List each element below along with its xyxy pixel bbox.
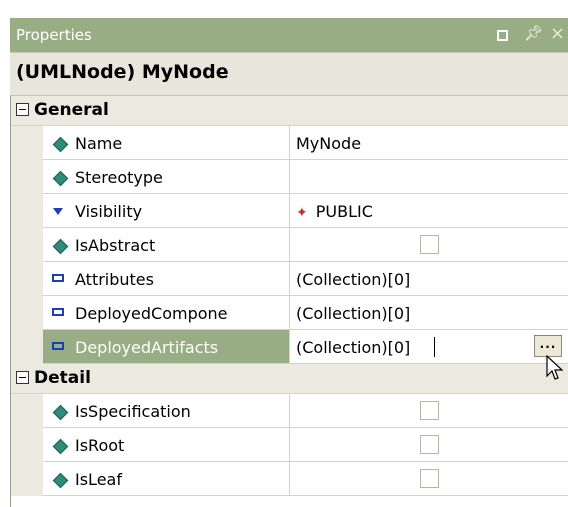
property-row-stereotype[interactable]: Stereotype <box>11 160 568 194</box>
close-icon[interactable]: × <box>550 23 565 44</box>
isspecification-checkbox[interactable] <box>420 401 439 420</box>
isabstract-checkbox[interactable] <box>420 235 439 254</box>
row-gutter <box>11 228 43 262</box>
property-name: Stereotype <box>75 168 163 187</box>
property-value-cell[interactable] <box>290 428 568 462</box>
property-name: IsAbstract <box>75 236 156 255</box>
title-bar: Properties 📌︎ × <box>10 18 568 52</box>
property-value-wrap[interactable]: ✦ PUBLIC <box>296 202 373 221</box>
object-header: (UMLNode) MyNode <box>10 52 568 96</box>
property-grid: General Name MyNode Stereotype Visibilit… <box>10 96 568 507</box>
property-row-isspecification[interactable]: IsSpecification <box>11 394 568 428</box>
row-gutter <box>11 126 43 160</box>
collapse-icon[interactable] <box>16 103 29 116</box>
property-value[interactable]: (Collection)[0] <box>296 270 410 289</box>
text-caret <box>434 337 435 357</box>
property-name-cell[interactable]: IsRoot <box>43 428 290 462</box>
mouse-pointer-icon <box>546 355 564 380</box>
property-value-cell[interactable]: MyNode <box>290 126 568 160</box>
property-value: PUBLIC <box>315 202 373 221</box>
property-value-cell[interactable] <box>290 462 568 496</box>
property-value[interactable]: (Collection)[0] <box>296 304 410 323</box>
properties-panel: Properties 📌︎ × (UMLNode) MyNode General… <box>0 0 568 507</box>
isroot-checkbox[interactable] <box>420 435 439 454</box>
property-value-cell[interactable]: (Collection)[0] ... <box>290 330 568 364</box>
category-label: Detail <box>34 368 91 388</box>
property-value-cell[interactable]: ✦ PUBLIC <box>290 194 568 228</box>
property-row-deployedcomponents[interactable]: DeployedCompone (Collection)[0] <box>11 296 568 330</box>
restore-icon[interactable] <box>497 30 508 41</box>
property-name: Attributes <box>75 270 154 289</box>
row-gutter <box>11 194 43 228</box>
diamond-icon <box>52 437 69 455</box>
property-row-isroot[interactable]: IsRoot <box>11 428 568 462</box>
row-gutter <box>11 262 43 296</box>
property-name-cell[interactable]: Name <box>43 126 290 160</box>
property-row-name[interactable]: Name MyNode <box>11 126 568 160</box>
collection-icon <box>52 305 64 316</box>
row-gutter <box>11 330 43 364</box>
property-name-cell[interactable]: DeployedCompone <box>43 296 290 330</box>
property-value[interactable]: MyNode <box>296 134 361 153</box>
property-name-cell[interactable]: Stereotype <box>43 160 290 194</box>
property-value-cell[interactable] <box>290 228 568 262</box>
property-value-cell[interactable] <box>290 394 568 428</box>
diamond-icon <box>52 237 69 255</box>
property-row-visibility[interactable]: Visibility ✦ PUBLIC <box>11 194 568 228</box>
property-name: DeployedArtifacts <box>75 338 219 357</box>
property-name: IsSpecification <box>75 402 191 421</box>
public-visibility-icon: ✦ <box>296 205 308 221</box>
property-name: Name <box>75 134 123 153</box>
property-name-cell[interactable]: Attributes <box>43 262 290 296</box>
diamond-icon <box>52 403 69 421</box>
property-row-deployedartifacts[interactable]: DeployedArtifacts (Collection)[0] ... <box>11 330 568 364</box>
row-gutter <box>11 394 43 428</box>
row-gutter <box>11 428 43 462</box>
category-label: General <box>34 100 109 120</box>
property-value-cell[interactable]: (Collection)[0] <box>290 262 568 296</box>
property-row-attributes[interactable]: Attributes (Collection)[0] <box>11 262 568 296</box>
property-name-cell[interactable]: IsAbstract <box>43 228 290 262</box>
property-name: IsLeaf <box>75 470 122 489</box>
property-name-cell[interactable]: Visibility <box>43 194 290 228</box>
property-name: DeployedCompone <box>75 304 228 323</box>
panel-title: Properties <box>16 26 92 44</box>
row-gutter <box>11 296 43 330</box>
property-value-cell[interactable] <box>290 160 568 194</box>
diamond-icon <box>52 471 69 489</box>
collection-icon <box>52 271 64 282</box>
property-row-isleaf[interactable]: IsLeaf <box>11 462 568 496</box>
property-name-cell[interactable]: IsLeaf <box>43 462 290 496</box>
ellipsis-button[interactable]: ... <box>534 335 562 357</box>
row-gutter <box>11 160 43 194</box>
collapse-icon[interactable] <box>16 371 29 384</box>
property-name-cell[interactable]: DeployedArtifacts <box>43 330 290 364</box>
property-name-cell[interactable]: IsSpecification <box>43 394 290 428</box>
isleaf-checkbox[interactable] <box>420 469 439 488</box>
row-gutter <box>11 462 43 496</box>
pin-icon[interactable]: 📌︎ <box>524 24 543 42</box>
triangle-down-icon <box>52 203 63 215</box>
category-general[interactable]: General <box>11 96 568 126</box>
object-name: (UMLNode) MyNode <box>16 61 229 83</box>
category-detail[interactable]: Detail <box>11 364 568 394</box>
property-name: Visibility <box>75 202 143 221</box>
diamond-icon <box>52 169 69 187</box>
property-name: IsRoot <box>75 436 125 455</box>
property-value[interactable]: (Collection)[0] <box>296 338 410 357</box>
collection-icon <box>52 339 64 350</box>
diamond-icon <box>52 135 69 153</box>
property-value-cell[interactable]: (Collection)[0] <box>290 296 568 330</box>
property-row-isabstract[interactable]: IsAbstract <box>11 228 568 262</box>
